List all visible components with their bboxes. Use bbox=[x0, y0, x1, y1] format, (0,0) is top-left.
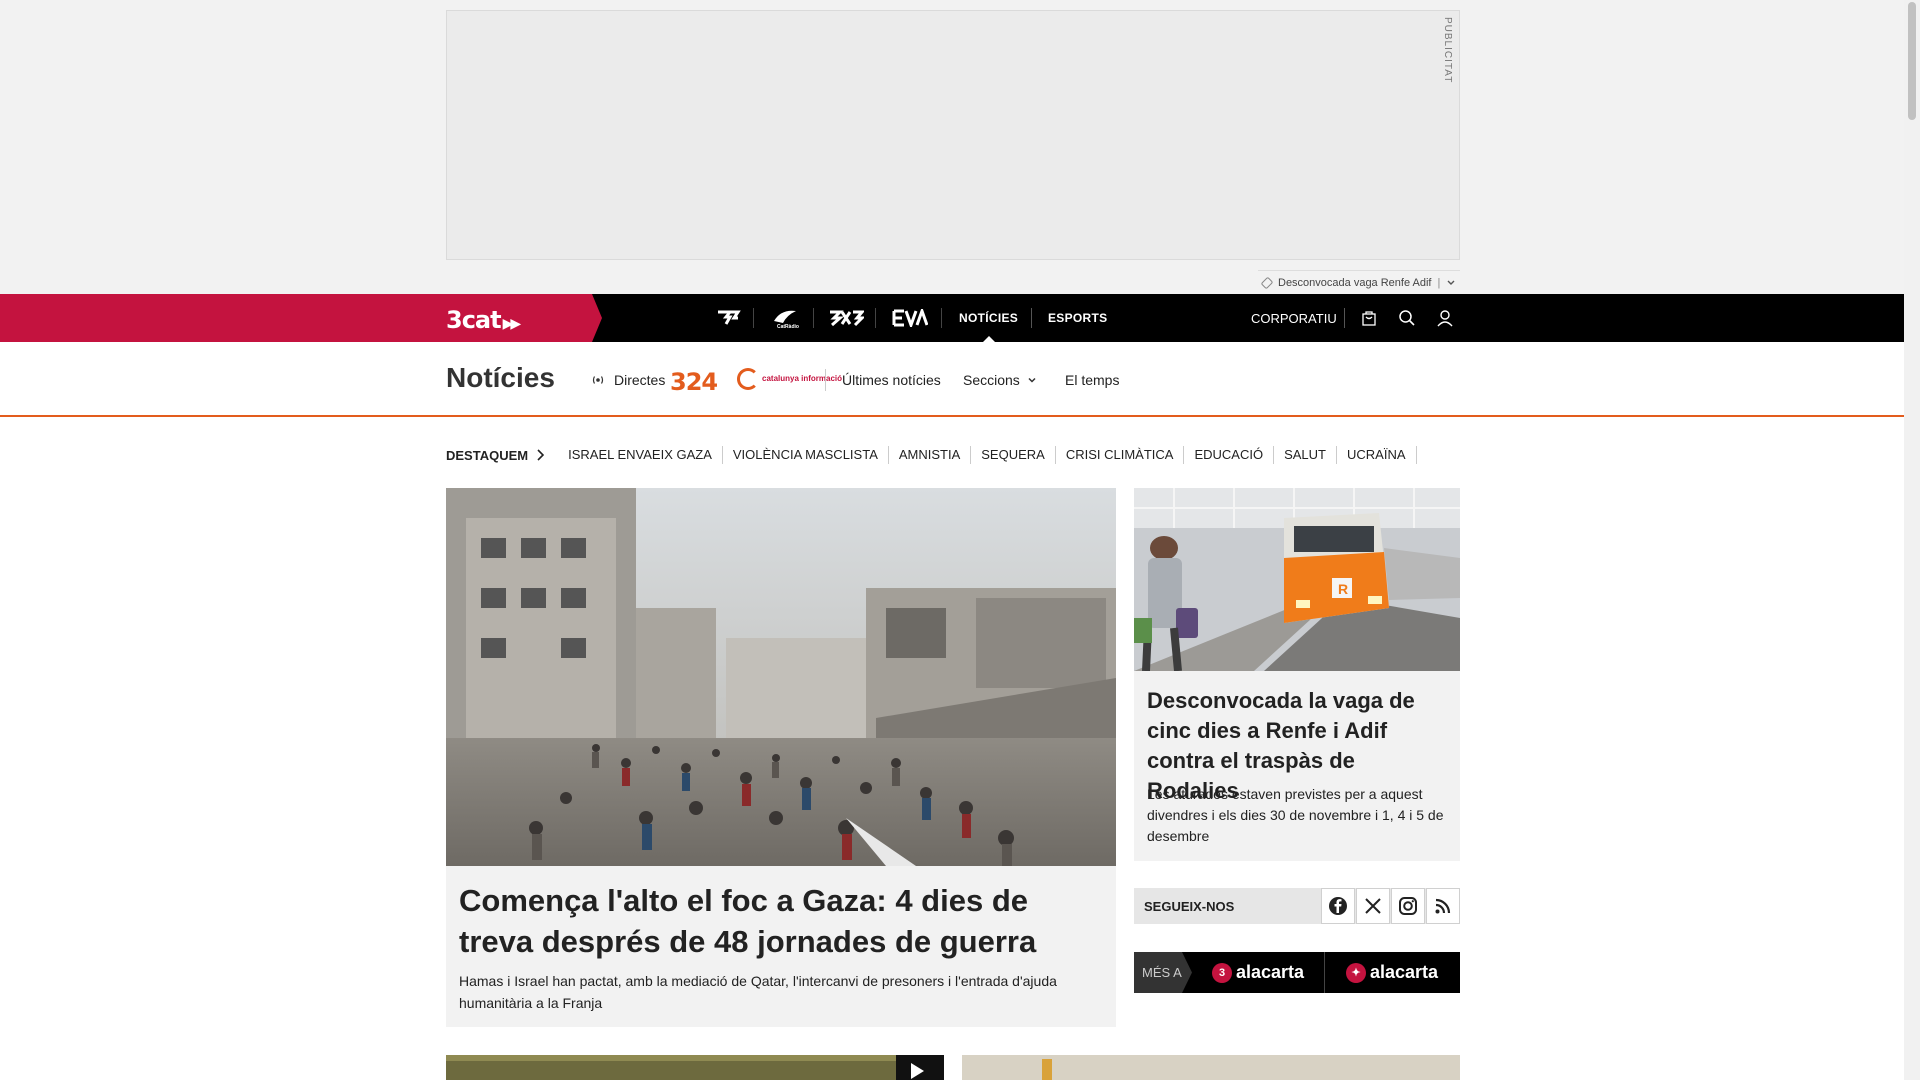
user-icon[interactable] bbox=[1433, 306, 1457, 330]
scrollbar-thumb[interactable] bbox=[1908, 2, 1916, 120]
mes-a-label: MÉS A bbox=[1134, 952, 1192, 993]
shopping-bag-icon[interactable] bbox=[1357, 306, 1381, 330]
side-photo[interactable]: R bbox=[1134, 488, 1460, 671]
eva-logo-icon[interactable] bbox=[878, 294, 942, 342]
directes-link[interactable]: Directes bbox=[590, 342, 665, 417]
side-summary: Les aturades estaven previstes per a aqu… bbox=[1147, 786, 1444, 844]
subnav-divider bbox=[825, 369, 826, 391]
alacarta-label: alacarta bbox=[1236, 962, 1305, 982]
logo-324-text: 324 bbox=[670, 368, 718, 396]
page-title: Notícies bbox=[446, 362, 555, 393]
catradio-badge-icon: ✦ bbox=[1346, 962, 1366, 983]
topic-tag[interactable]: SALUT bbox=[1274, 446, 1337, 464]
facebook-icon[interactable] bbox=[1321, 888, 1355, 924]
hero-headline[interactable]: Comença l'alto el foc a Gaza: 4 dies de … bbox=[459, 880, 1099, 962]
el-temps-link[interactable]: El temps bbox=[1065, 342, 1119, 417]
ticker-text: Desconvocada vaga Renfe Adif bbox=[1278, 276, 1432, 289]
x-twitter-icon[interactable] bbox=[1356, 888, 1390, 924]
sx3-logo-icon[interactable] bbox=[816, 294, 876, 342]
nav-corporatiu[interactable]: CORPORATIU bbox=[1251, 294, 1337, 342]
topic-tag[interactable]: SEQUERA bbox=[971, 446, 1056, 464]
topic-tag[interactable]: UCRAÏNA bbox=[1337, 446, 1417, 464]
alacarta-bar: MÉS A 3 alacarta ✦ alacarta bbox=[1134, 952, 1460, 993]
nav-divider bbox=[1344, 308, 1345, 328]
topic-tag[interactable]: ISRAEL ENVAEIX GAZA bbox=[558, 446, 723, 464]
side-story[interactable]: R Desconvocada la vaga de cinc dies a Re… bbox=[1134, 488, 1460, 861]
advertisement-slot[interactable]: PUBLICITAT bbox=[446, 10, 1460, 260]
directes-label: Directes bbox=[614, 371, 666, 388]
3cat-logo[interactable]: 3cat ▶▶ bbox=[446, 306, 521, 334]
chevron-right-icon bbox=[537, 449, 545, 461]
catradio-alacarta-link[interactable]: ✦ alacarta bbox=[1346, 952, 1438, 993]
follow-us-bar: SEGUEIX-NOS bbox=[1134, 888, 1460, 924]
svg-text:CatRàdio: CatRàdio bbox=[777, 324, 799, 329]
hero-story[interactable]: Comença l'alto el foc a Gaza: 4 dies de … bbox=[446, 488, 1116, 1027]
chevron-down-icon bbox=[1028, 377, 1036, 383]
3cat24-logo[interactable]: 324 bbox=[670, 368, 718, 396]
tv3-badge-icon: 3 bbox=[1212, 962, 1232, 983]
catradio-logo-icon[interactable]: CatRàdio bbox=[756, 294, 814, 342]
ultimes-noticies-link[interactable]: Últimes notícies bbox=[842, 342, 941, 417]
ad-area: PUBLICITAT Desconvocada vaga Renfe Adif … bbox=[0, 0, 1904, 294]
next-story-card[interactable] bbox=[962, 1055, 1460, 1080]
page-scrollbar[interactable] bbox=[1904, 0, 1920, 1080]
ad-label: PUBLICITAT bbox=[1442, 17, 1453, 84]
hero-photo[interactable] bbox=[446, 488, 1116, 866]
tv3-logo-icon[interactable] bbox=[704, 294, 754, 342]
rss-icon[interactable] bbox=[1426, 888, 1460, 924]
hero-summary: Hamas i Israel han pactat, amb la mediac… bbox=[459, 973, 1057, 1011]
follow-label: SEGUEIX-NOS bbox=[1144, 898, 1235, 914]
live-broadcast-icon bbox=[592, 375, 604, 384]
main-navigation: 3cat ▶▶ CatRàdio NOTÍCIES ESPORTS CORPORA… bbox=[0, 294, 1904, 342]
brand-text: 3cat bbox=[446, 306, 502, 334]
destaquem-label: DESTAQUEM bbox=[446, 447, 529, 463]
seccions-label: Seccions bbox=[963, 371, 1020, 388]
topic-tag[interactable]: CRISI CLIMÀTICA bbox=[1056, 446, 1185, 464]
tag-icon bbox=[1260, 276, 1274, 289]
tv3-alacarta-link[interactable]: 3 alacarta bbox=[1212, 952, 1304, 993]
ticker[interactable]: Desconvocada vaga Renfe Adif | bbox=[1258, 270, 1460, 294]
brand-arrow-icon: ▶▶ bbox=[502, 316, 521, 332]
nav-noticies[interactable]: NOTÍCIES bbox=[959, 294, 1018, 342]
ci-logo-text: catalunya informació bbox=[762, 374, 843, 383]
next-story-card[interactable] bbox=[446, 1055, 944, 1080]
ci-logo-icon bbox=[737, 368, 759, 390]
nav-esports[interactable]: ESPORTS bbox=[1048, 294, 1107, 342]
instagram-icon[interactable] bbox=[1391, 888, 1425, 924]
ticker-separator: | bbox=[1437, 276, 1441, 289]
highlighted-topics: DESTAQUEM ISRAEL ENVAEIX GAZA VIOLÈNCIA … bbox=[446, 443, 1417, 467]
topic-tag[interactable]: AMNISTIA bbox=[889, 446, 972, 464]
topic-tag[interactable]: VIOLÈNCIA MASCLISTA bbox=[723, 446, 889, 464]
search-icon[interactable] bbox=[1395, 306, 1419, 330]
alacarta-label: alacarta bbox=[1370, 962, 1439, 982]
seccions-dropdown[interactable]: Seccions bbox=[963, 342, 1038, 417]
chevron-down-icon[interactable] bbox=[1446, 278, 1456, 288]
svg-text:R: R bbox=[1338, 581, 1348, 597]
catalunya-informacio-logo[interactable]: catalunya informació bbox=[737, 368, 842, 390]
alacarta-divider bbox=[1324, 952, 1325, 993]
nav-divider bbox=[1031, 308, 1032, 328]
section-navigation: Notícies Directes 324 catalunya informac… bbox=[0, 342, 1904, 417]
destaquem-link[interactable]: DESTAQUEM bbox=[446, 447, 545, 463]
topic-tag[interactable]: EDUCACIÓ bbox=[1184, 446, 1275, 464]
